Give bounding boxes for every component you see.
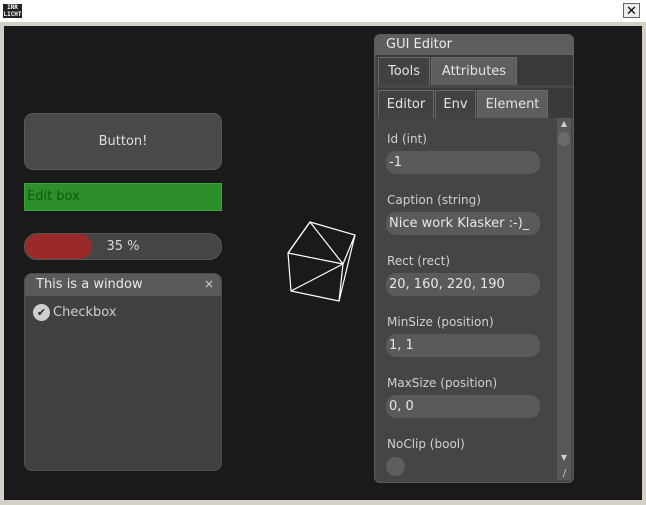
attr-checkbox-noclip[interactable] — [386, 457, 405, 476]
attr-label-rect: Rect (rect) — [387, 254, 451, 268]
gui-editor-title: GUI Editor — [375, 35, 573, 55]
main-tabbar: Tools Attributes — [377, 55, 573, 85]
attributes-list: Id (int) -1 Caption (string) Nice work K… — [377, 118, 557, 480]
progress-text: 35 % — [106, 239, 140, 254]
attributes-scrollbar[interactable]: ▲ ▼ — [557, 118, 571, 480]
tab-attributes[interactable]: Attributes — [431, 57, 517, 85]
close-icon[interactable]: × — [202, 277, 216, 291]
tab-tools[interactable]: Tools — [378, 57, 430, 85]
progress-bar: 35 % — [24, 233, 222, 260]
tab-env[interactable]: Env — [435, 90, 476, 118]
resize-grip-icon[interactable]: / — [558, 467, 571, 480]
title-bar: IRR LICHT ✕ — [0, 0, 646, 23]
attr-field-maxsize[interactable]: 0, 0 — [386, 395, 540, 418]
attr-field-minsize[interactable]: 1, 1 — [386, 334, 540, 357]
scroll-up-icon[interactable]: ▲ — [557, 118, 571, 130]
attr-label-noclip: NoClip (bool) — [387, 437, 465, 451]
edit-box[interactable]: Edit box — [24, 183, 222, 211]
attr-field-caption[interactable]: Nice work Klasker :-)_ — [386, 212, 540, 235]
attr-field-id[interactable]: -1 — [386, 151, 540, 174]
sub-tabbar: Editor Env Element — [377, 88, 573, 118]
attr-label-id: Id (int) — [387, 132, 427, 146]
attr-label-minsize: MinSize (position) — [387, 315, 494, 329]
attr-label-caption: Caption (string) — [387, 193, 481, 207]
scroll-thumb[interactable] — [558, 132, 570, 146]
demo-button[interactable]: Button! — [24, 113, 222, 170]
tab-editor[interactable]: Editor — [378, 90, 434, 118]
checkmark-icon[interactable]: ✔ — [33, 304, 50, 321]
tab-element[interactable]: Element — [477, 90, 548, 118]
demo-window[interactable]: This is a window × ✔ Checkbox — [24, 273, 222, 471]
window-close-button[interactable]: ✕ — [623, 3, 640, 19]
wireframe-cube — [287, 221, 356, 302]
scroll-down-icon[interactable]: ▼ — [557, 452, 571, 464]
attr-label-maxsize: MaxSize (position) — [387, 376, 498, 390]
checkbox-label: Checkbox — [53, 305, 117, 320]
gui-editor-panel[interactable]: GUI Editor Tools Attributes Editor Env E… — [374, 34, 574, 483]
attr-field-rect[interactable]: 20, 160, 220, 190 — [386, 273, 540, 296]
app-logo-icon: IRR LICHT — [3, 4, 22, 18]
demo-window-title: This is a window — [25, 274, 221, 296]
